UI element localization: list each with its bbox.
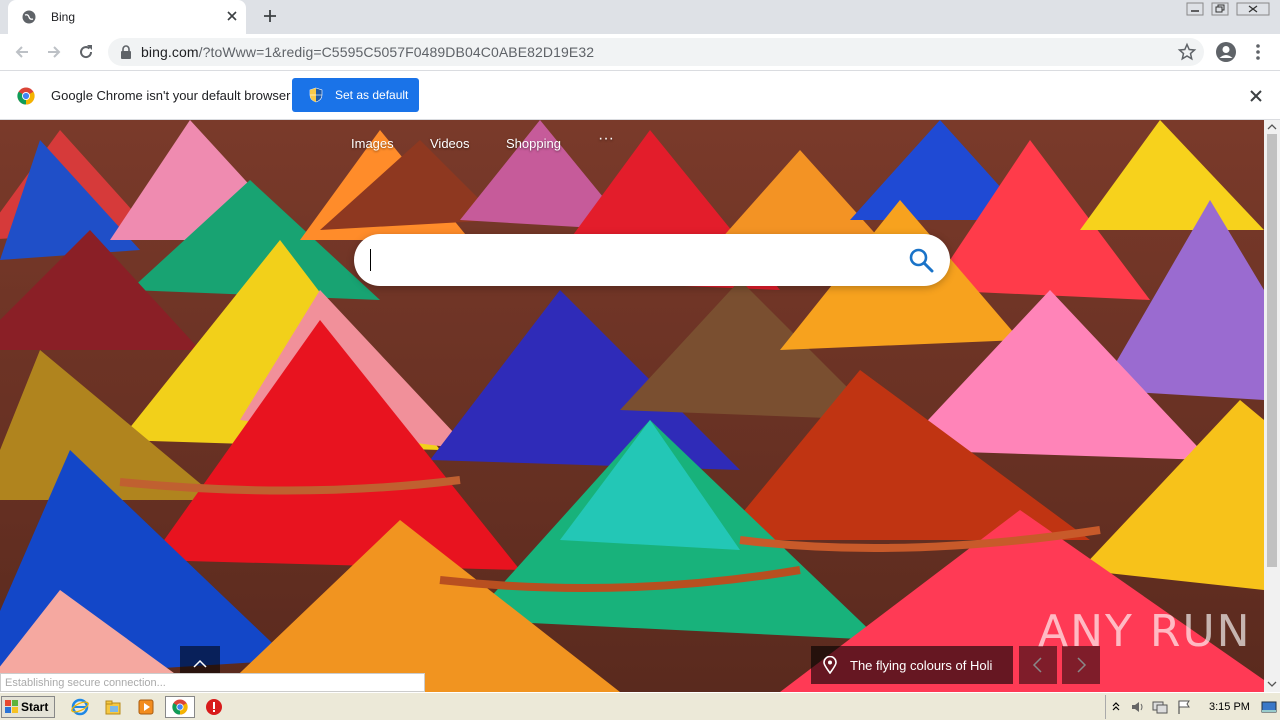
profile-avatar-icon[interactable] (1215, 41, 1237, 63)
text-caret (370, 249, 371, 271)
image-caption[interactable]: The flying colours of Holi (811, 646, 1013, 684)
forward-icon[interactable] (44, 42, 64, 62)
volume-icon[interactable] (1130, 699, 1146, 715)
restore-button[interactable] (1211, 0, 1229, 18)
scrollbar-thumb[interactable] (1267, 134, 1277, 567)
tray-expand-icon[interactable] (1111, 700, 1121, 714)
new-tab-icon[interactable] (262, 8, 278, 24)
nav-videos[interactable]: Videos (430, 136, 470, 151)
tab-title: Bing (51, 10, 76, 24)
network-icon[interactable] (1152, 699, 1168, 715)
infobar-message: Google Chrome isn't your default browser (51, 88, 291, 103)
default-browser-infobar: Google Chrome isn't your default browser… (0, 71, 1280, 120)
system-tray: 3:15 PM (1105, 695, 1280, 719)
chrome-icon (172, 699, 188, 715)
clock[interactable]: 3:15 PM (1209, 701, 1250, 713)
status-bar: Establishing secure connection... (0, 673, 425, 692)
url-text[interactable]: bing.com/?toWww=1&redig=C5595C5057F0489D… (141, 44, 594, 60)
taskbar-chrome-button[interactable] (165, 696, 195, 718)
scroll-down-arrow-icon[interactable] (1264, 678, 1280, 690)
chrome-logo-icon (17, 87, 35, 105)
set-as-default-button[interactable]: Set as default (292, 78, 419, 112)
nav-images[interactable]: Images (351, 136, 394, 151)
search-box[interactable] (354, 234, 950, 286)
close-tab-icon[interactable] (225, 9, 239, 23)
close-icon[interactable] (1249, 89, 1263, 103)
stop-sign-icon[interactable] (205, 698, 223, 716)
page-scrollbar[interactable] (1264, 120, 1280, 692)
address-bar[interactable]: bing.com/?toWww=1&redig=C5595C5057F0489D… (108, 38, 1204, 66)
anyrun-watermark: ANY RUN (1038, 606, 1252, 657)
set-as-default-label: Set as default (335, 88, 409, 102)
minimize-button[interactable] (1186, 0, 1204, 18)
close-window-button[interactable] (1236, 0, 1270, 18)
reload-icon[interactable] (76, 42, 96, 62)
search-icon[interactable] (908, 247, 934, 273)
internet-explorer-icon[interactable] (71, 698, 89, 716)
caption-text: The flying colours of Holi (850, 658, 993, 673)
start-button[interactable]: Start (1, 696, 55, 718)
show-desktop-icon[interactable] (1261, 699, 1277, 715)
location-pin-icon (823, 656, 837, 674)
scroll-up-arrow-icon[interactable] (1264, 121, 1280, 133)
tab-bing[interactable]: Bing (8, 0, 246, 34)
windows-taskbar: Start 3:15 PM (0, 692, 1280, 720)
media-player-icon[interactable] (137, 698, 155, 716)
browser-toolbar: bing.com/?toWww=1&redig=C5595C5057F0489D… (0, 34, 1280, 71)
globe-icon (22, 10, 36, 24)
shield-icon (309, 87, 323, 103)
back-icon[interactable] (12, 42, 32, 62)
start-label: Start (21, 700, 49, 714)
nav-shopping[interactable]: Shopping (506, 136, 561, 151)
action-center-flag-icon[interactable] (1176, 699, 1192, 715)
bookmark-star-icon[interactable] (1177, 42, 1197, 62)
nav-more[interactable]: ··· (598, 130, 614, 148)
file-explorer-icon[interactable] (104, 698, 122, 716)
lock-icon[interactable] (120, 45, 132, 59)
menu-kebab-icon[interactable] (1250, 43, 1266, 61)
bing-homepage: Images Videos Shopping ··· The flying co… (0, 120, 1264, 692)
tab-strip: Bing (0, 0, 1280, 34)
windows-logo-icon (5, 700, 18, 713)
